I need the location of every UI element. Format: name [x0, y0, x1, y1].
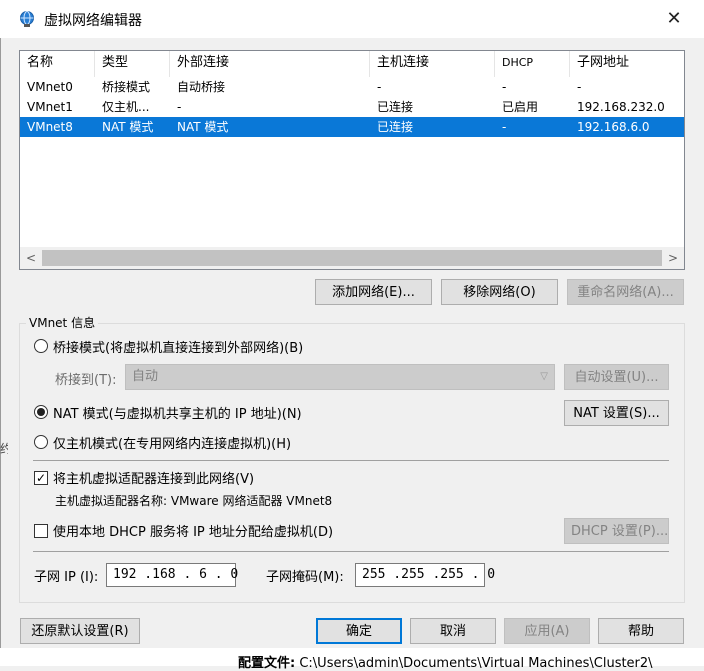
- cell-name: VMnet1: [27, 100, 73, 114]
- cell-host: -: [377, 80, 382, 94]
- config-file-label: 配置文件:: [238, 656, 296, 671]
- column-header-external[interactable]: 外部连接: [170, 51, 370, 77]
- chevron-down-icon: ▽: [540, 371, 548, 382]
- dhcp-label[interactable]: 使用本地 DHCP 服务将 IP 地址分配给虚拟机(D): [53, 521, 333, 540]
- nat-settings-button[interactable]: NAT 设置(S)...: [564, 400, 669, 426]
- rename-network-button[interactable]: 重命名网络(A)...: [567, 279, 684, 305]
- background-window-sliver: 约: [0, 442, 8, 456]
- cell-dhcp: -: [502, 80, 507, 94]
- bridged-mode-radio[interactable]: [34, 339, 48, 353]
- bridge-to-label: 桥接到(T):: [55, 373, 117, 388]
- horizontal-scrollbar[interactable]: < >: [20, 247, 684, 269]
- host-only-radio[interactable]: [34, 435, 48, 449]
- nat-mode-radio[interactable]: [34, 405, 48, 419]
- config-file-path: C:\Users\admin\Documents\Virtual Machine…: [299, 656, 653, 671]
- network-list[interactable]: 名称 类型 外部连接 主机连接 DHCP 子网地址 VMnet0 桥接模式 自动…: [19, 50, 685, 270]
- scroll-thumb[interactable]: [42, 250, 662, 266]
- help-button[interactable]: 帮助: [598, 618, 684, 644]
- cell-name: VMnet0: [27, 80, 73, 94]
- subnet-ip-input[interactable]: 192 .168 . 6 . 0: [106, 563, 238, 587]
- cell-external: NAT 模式: [177, 120, 229, 134]
- table-row[interactable]: VMnet1 仅主机... - 已连接 已启用 192.168.232.0: [20, 97, 684, 117]
- divider: [33, 551, 669, 552]
- adapter-name-label: 主机虚拟适配器名称: VMware 网络适配器 VMnet8: [55, 494, 333, 508]
- column-header-dhcp[interactable]: DHCP: [495, 51, 570, 77]
- scroll-right-icon[interactable]: >: [662, 247, 684, 269]
- subnet-ip-label: 子网 IP (I):: [34, 570, 99, 585]
- cell-host: 已连接: [377, 120, 414, 134]
- table-row-selected[interactable]: VMnet8 NAT 模式 NAT 模式 已连接 - 192.168.6.0: [20, 117, 684, 137]
- table-row[interactable]: VMnet0 桥接模式 自动桥接 - - -: [20, 77, 684, 97]
- cell-external: 自动桥接: [177, 80, 226, 94]
- cell-type: 桥接模式: [102, 80, 151, 94]
- vmnet-info-label: VMnet 信息: [26, 314, 99, 331]
- auto-settings-button[interactable]: 自动设置(U)...: [564, 364, 669, 390]
- network-globe-icon: [18, 10, 36, 28]
- bridge-to-value: 自动: [132, 369, 159, 384]
- subnet-mask-input[interactable]: 255 .255 .255 . 0: [355, 563, 495, 587]
- close-icon[interactable]: ✕: [660, 6, 688, 32]
- cancel-button[interactable]: 取消: [410, 618, 496, 644]
- connect-adapter-checkbox[interactable]: ✓: [34, 471, 48, 485]
- config-file-line: 配置文件: C:\Users\admin\Documents\Virtual M…: [238, 652, 653, 671]
- cell-name: VMnet8: [27, 120, 73, 134]
- cell-subnet: -: [577, 80, 582, 94]
- column-header-host[interactable]: 主机连接: [370, 51, 495, 77]
- cell-dhcp: -: [502, 120, 507, 134]
- bridge-to-select[interactable]: 自动 ▽: [125, 364, 555, 390]
- cell-external: -: [177, 100, 182, 114]
- divider: [33, 460, 669, 461]
- column-header-name[interactable]: 名称: [20, 51, 95, 77]
- cell-type: NAT 模式: [102, 120, 154, 134]
- add-network-button[interactable]: 添加网络(E)...: [315, 279, 432, 305]
- host-only-label[interactable]: 仅主机模式(在专用网络内连接虚拟机)(H): [53, 433, 291, 452]
- cell-dhcp: 已启用: [502, 100, 539, 114]
- column-header-type[interactable]: 类型: [95, 51, 170, 77]
- bridged-mode-label[interactable]: 桥接模式(将虚拟机直接连接到外部网络)(B): [53, 337, 303, 356]
- restore-defaults-button[interactable]: 还原默认设置(R): [20, 618, 140, 644]
- nat-mode-label[interactable]: NAT 模式(与虚拟机共享主机的 IP 地址)(N): [53, 403, 302, 422]
- ok-button[interactable]: 确定: [316, 618, 402, 644]
- window-left-border: [0, 38, 1, 666]
- connect-adapter-label[interactable]: 将主机虚拟适配器连接到此网络(V): [53, 468, 254, 487]
- network-list-header: 名称 类型 外部连接 主机连接 DHCP 子网地址: [20, 51, 684, 77]
- cell-subnet: 192.168.232.0: [577, 100, 665, 114]
- window-title: 虚拟网络编辑器: [44, 13, 142, 29]
- apply-button[interactable]: 应用(A): [504, 618, 590, 644]
- scroll-left-icon[interactable]: <: [20, 247, 42, 269]
- cell-host: 已连接: [377, 100, 414, 114]
- cell-subnet: 192.168.6.0: [577, 120, 650, 134]
- dhcp-settings-button[interactable]: DHCP 设置(P)...: [564, 518, 669, 544]
- cell-type: 仅主机...: [102, 100, 150, 114]
- dhcp-checkbox[interactable]: [34, 524, 48, 538]
- column-header-subnet[interactable]: 子网地址: [570, 51, 684, 77]
- remove-network-button[interactable]: 移除网络(O): [441, 279, 558, 305]
- subnet-mask-label: 子网掩码(M):: [266, 570, 344, 585]
